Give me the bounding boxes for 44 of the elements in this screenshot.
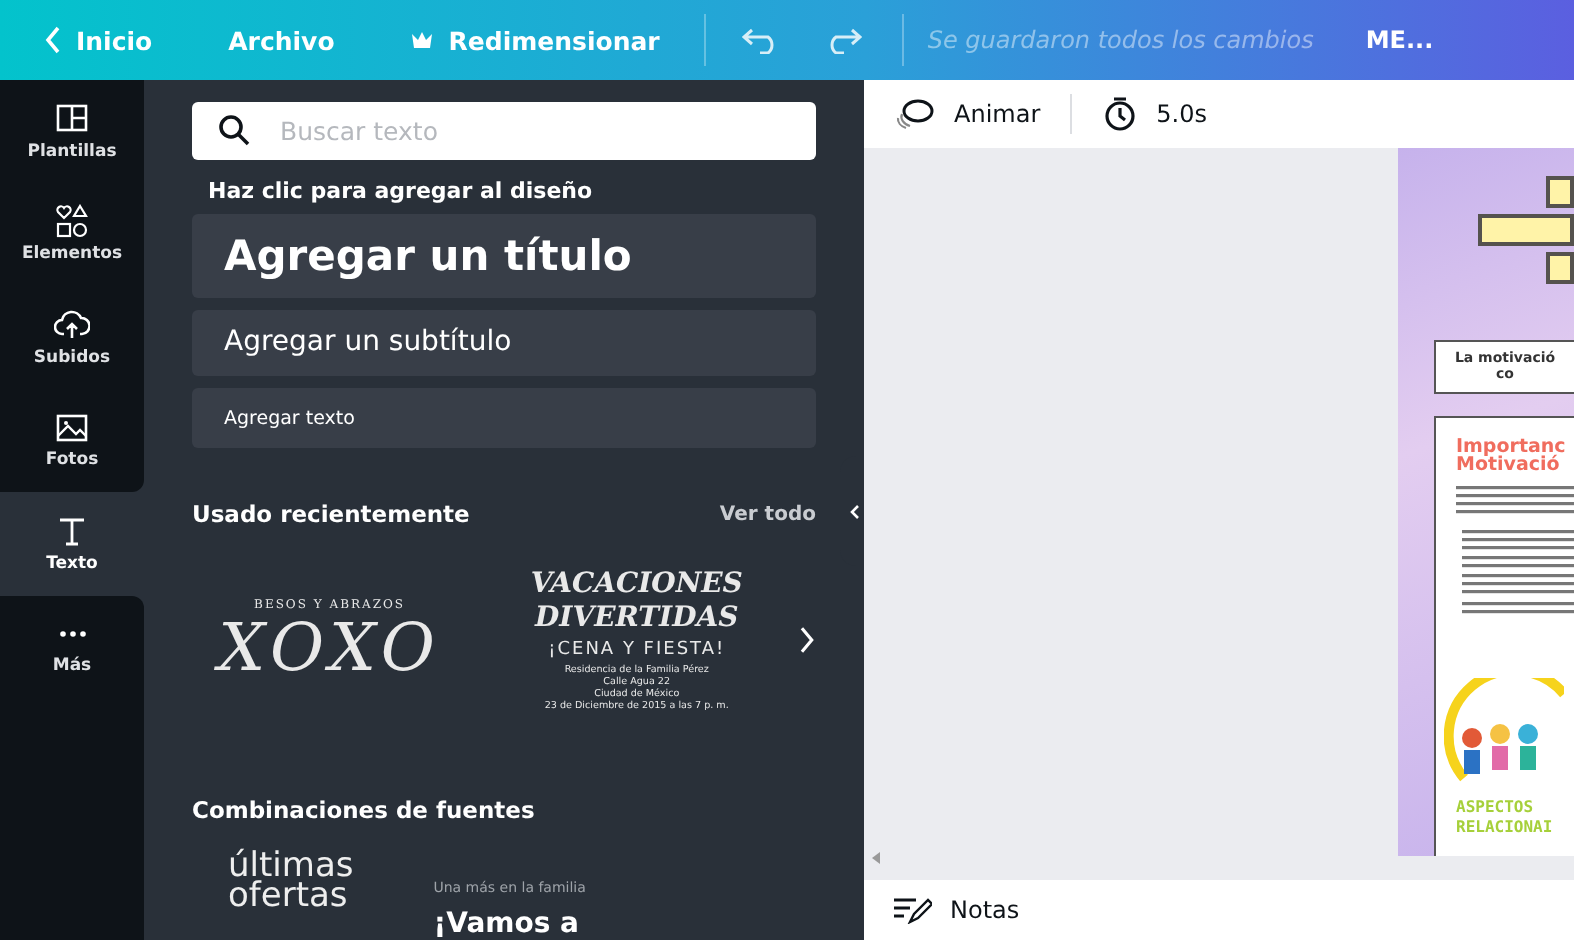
stopwatch-icon (1102, 96, 1139, 132)
see-all-link[interactable]: Ver todo (719, 503, 816, 526)
card-heading: Motivació (1456, 456, 1560, 474)
font-combination[interactable]: últimas ofertas (228, 852, 354, 940)
card-heading: Importanc (1456, 438, 1568, 456)
crown-icon (410, 30, 435, 50)
duration-button[interactable]: 5.0s (1102, 96, 1207, 132)
notes-button[interactable]: Notas (892, 896, 1020, 924)
chevron-right-icon[interactable] (798, 626, 816, 655)
sidebar-tab[interactable]: Más (0, 595, 144, 698)
add-text-button[interactable]: Agregar un título (192, 214, 816, 298)
section-heading: Usado recientemente (192, 500, 470, 529)
menu-button[interactable]: ME... (1365, 26, 1434, 54)
sidebar-tab[interactable]: Plantillas (0, 80, 144, 183)
thumbnail-text: VACACIONES (530, 567, 743, 602)
search-icon (218, 114, 250, 146)
section-heading: Haz clic para agregar al diseño (208, 178, 595, 204)
scroll-left-icon[interactable] (872, 852, 882, 864)
combination-text: ¡Vamos a (433, 908, 581, 940)
animate-button[interactable]: Animar (892, 98, 1041, 130)
chevron-left-icon (848, 503, 860, 519)
thumbnail-text: DIVERTIDAS (535, 601, 739, 636)
thumbnail-text: XOXO (218, 611, 441, 684)
animate-icon (892, 98, 936, 130)
shapes-icon (54, 204, 90, 241)
image-icon (54, 410, 90, 447)
card-heading: ASPECTOS (1456, 798, 1536, 818)
sidebar-tab[interactable]: Subidos (0, 286, 144, 389)
add-text-button[interactable]: Agregar texto (192, 388, 816, 449)
cloud-upload-icon (54, 307, 90, 344)
card-heading: RELACIONAI (1456, 818, 1555, 838)
thumbnail-text: ¡CENA Y FIESTA! (548, 639, 726, 660)
add-text-button[interactable]: Agregar un subtítulo (192, 309, 816, 377)
search-field[interactable]: Buscar texto (192, 102, 816, 160)
section-heading: Combinaciones de fuentes (192, 796, 535, 824)
more-icon (57, 630, 87, 639)
sidebar-tab[interactable]: Fotos (0, 389, 144, 492)
back-icon (44, 26, 62, 54)
sidebar-tab[interactable]: Elementos (0, 183, 144, 286)
text-icon (54, 513, 90, 550)
combination-text: últimas (228, 852, 354, 882)
combination-text: ofertas (228, 882, 348, 912)
save-status: Se guardaron todos los cambios (927, 26, 1314, 54)
notes-icon (892, 896, 932, 924)
